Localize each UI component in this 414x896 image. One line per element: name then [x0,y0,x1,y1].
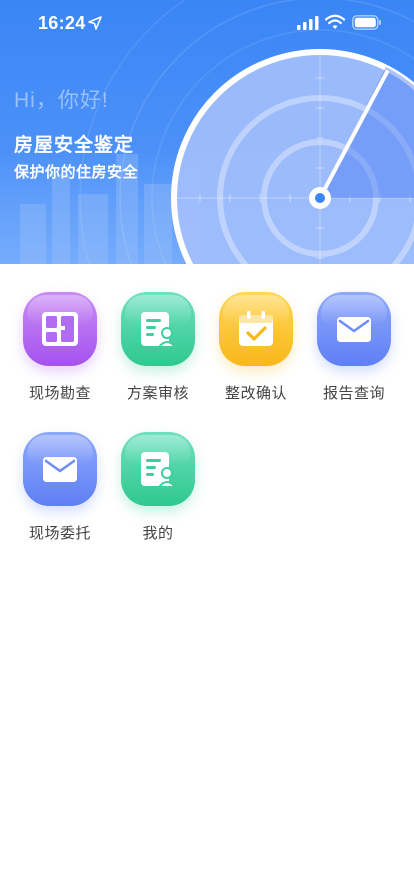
menu-item-label: 整改确认 [224,384,287,402]
wifi-icon [325,14,345,29]
menu-item-label: 方案审核 [126,384,189,402]
menu-item-plan-review[interactable]: 方案审核 [109,264,207,402]
menu-item-rectification-confirm[interactable]: 整改确认 [207,264,305,402]
app-screen: Hi，你好! 房屋安全鉴定 保护你的住房安全 16:24 现场勘查 方案审核 整… [0,0,414,896]
battery-icon [352,15,381,30]
location-arrow-icon [88,16,102,30]
menu-icon-tile [23,432,97,506]
menu-icon-tile [317,292,391,366]
status-bar: 16:24 [0,0,414,48]
menu-icon-tile [219,292,293,366]
envelope-icon [43,457,77,482]
greeting-text: Hi，你好! [14,89,109,112]
menu-item-site-commission[interactable]: 现场委托 [11,404,109,542]
document-person-icon [141,452,178,488]
menu-item-mine[interactable]: 我的 [109,404,207,542]
menu-item-label: 现场勘查 [28,384,91,402]
status-time: 16:24 [38,13,86,33]
menu-item-label: 我的 [142,524,174,542]
page-subtitle: 保护你的住房安全 [14,163,139,181]
menu-item-site-survey[interactable]: 现场勘查 [11,264,109,402]
envelope-icon [337,317,371,342]
menu-icon-tile [23,292,97,366]
calendar-check-icon [239,311,273,346]
menu-icon-tile [121,292,195,366]
floorplan-icon [42,312,78,346]
page-title: 房屋安全鉴定 [14,134,135,156]
menu-item-label: 现场委托 [28,524,91,542]
document-person-icon [141,312,178,348]
menu-item-label: 报告查询 [322,384,385,402]
cellular-signal-icon [297,16,319,30]
menu-item-report-query[interactable]: 报告查询 [305,264,403,402]
menu-icon-tile [121,432,195,506]
